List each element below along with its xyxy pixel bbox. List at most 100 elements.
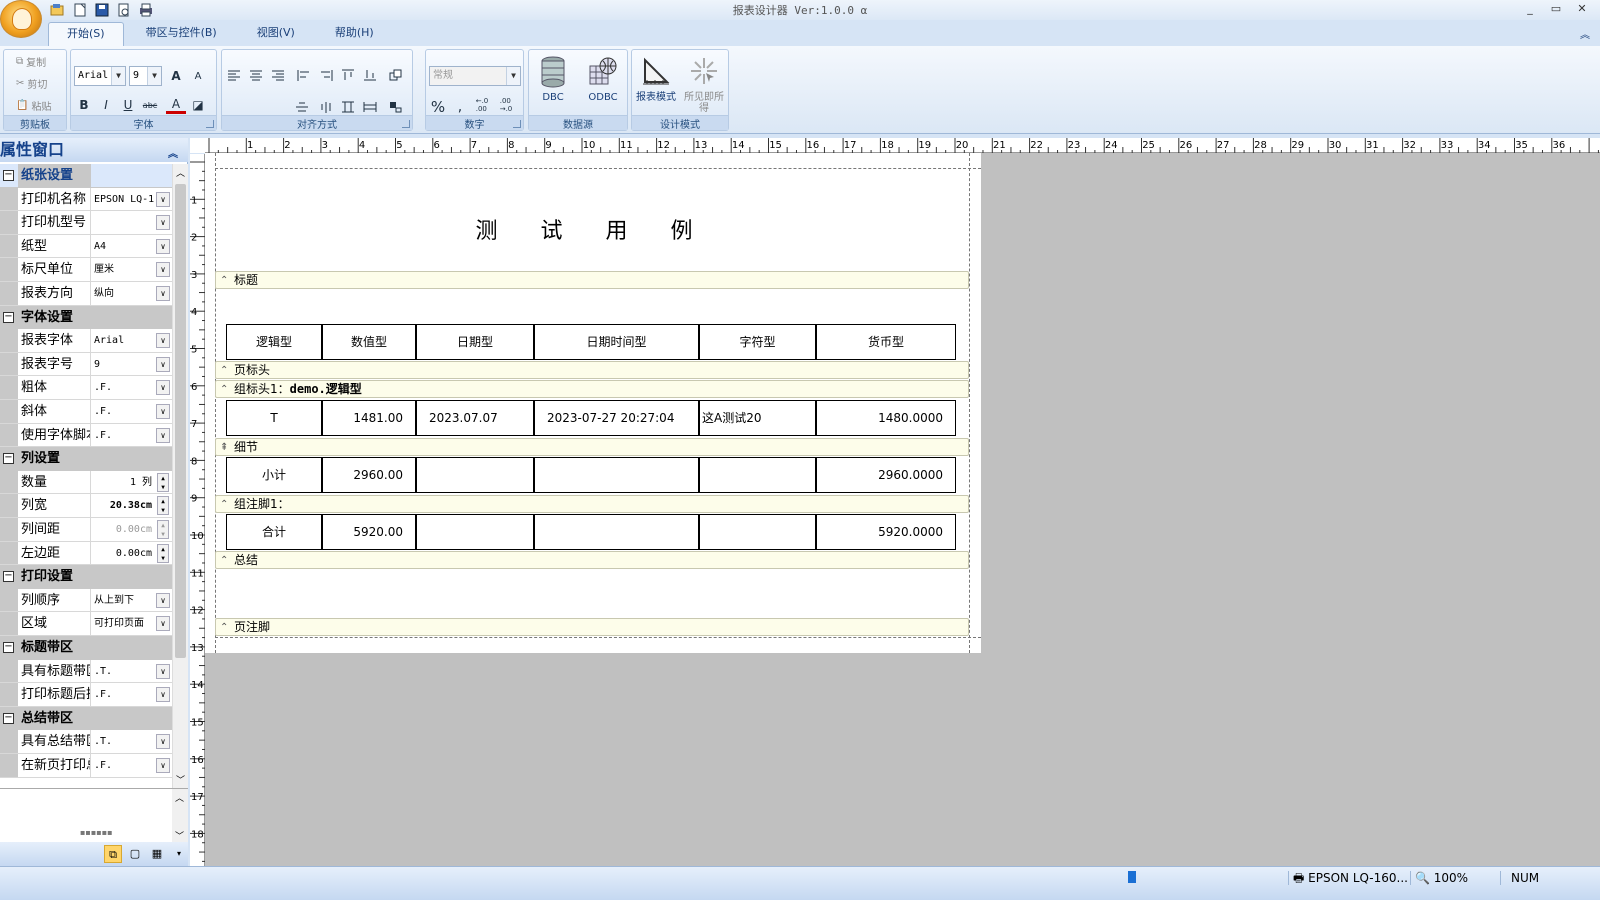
band-summary[interactable]: ⌃ 总结 bbox=[215, 551, 969, 569]
chevron-down-icon[interactable]: ∨ bbox=[156, 238, 170, 254]
open-icon[interactable] bbox=[48, 1, 68, 18]
detail-cell[interactable]: 这A测试20 bbox=[699, 400, 816, 436]
page-view-icon[interactable]: ▢ bbox=[126, 845, 144, 863]
center-horizontal-icon[interactable] bbox=[292, 98, 312, 116]
scroll-up-icon[interactable]: ︿ bbox=[175, 791, 184, 804]
grow-font-button[interactable]: A bbox=[166, 67, 186, 85]
detail-cell[interactable]: 1480.0000 bbox=[816, 400, 956, 436]
subtotal-cell[interactable]: 2960.00 bbox=[322, 457, 416, 493]
property-category[interactable]: − 列设置 bbox=[0, 447, 172, 471]
layout-view-icon[interactable]: ▦ bbox=[148, 845, 166, 863]
property-value-cell[interactable]: .F. ∨ bbox=[91, 683, 172, 706]
property-row[interactable]: 列顺序 从上到下 ∨ bbox=[0, 588, 172, 613]
property-grid-scrollbar[interactable]: ︿ ﹀ bbox=[172, 164, 188, 788]
header-cell[interactable]: 逻辑型 bbox=[226, 324, 322, 360]
band-collapse-icon[interactable]: ⌃ bbox=[220, 363, 228, 379]
tab-bands-controls[interactable]: 带区与控件(B) bbox=[128, 22, 235, 46]
chevron-down-icon[interactable]: ∨ bbox=[156, 215, 170, 231]
zoom-status[interactable]: 🔍 100% bbox=[1410, 871, 1468, 885]
property-value-cell[interactable]: ∨ bbox=[91, 211, 172, 234]
property-row[interactable]: 斜体 .F. ∨ bbox=[0, 400, 172, 424]
property-value-cell[interactable]: 厘米 ∨ bbox=[91, 258, 172, 281]
align-center-icon[interactable] bbox=[246, 66, 266, 84]
tab-help[interactable]: 帮助(H) bbox=[317, 22, 392, 46]
same-width-icon[interactable] bbox=[360, 98, 380, 116]
band-group-footer[interactable]: ⌃ 组注脚1： bbox=[215, 495, 969, 513]
total-cell[interactable]: 5920.0000 bbox=[816, 514, 956, 550]
property-row[interactable]: 打印机名称 EPSON LQ-1 ∨ bbox=[0, 187, 172, 212]
total-cell[interactable]: 合计 bbox=[226, 514, 322, 550]
band-collapse-icon[interactable]: ⌃ bbox=[220, 382, 228, 398]
bring-front-icon[interactable] bbox=[386, 66, 406, 84]
detail-cell[interactable]: 2023.07.07 bbox=[416, 400, 534, 436]
percent-button[interactable]: % bbox=[428, 98, 448, 116]
italic-button[interactable]: I bbox=[96, 96, 116, 114]
chevron-down-icon[interactable]: ∨ bbox=[156, 262, 170, 278]
detail-cell[interactable]: 2023-07-27 20:27:04 bbox=[534, 400, 699, 436]
subtotal-cell[interactable] bbox=[699, 457, 816, 493]
header-cell[interactable]: 货币型 bbox=[816, 324, 956, 360]
property-value[interactable]: 1 列 bbox=[130, 477, 152, 488]
property-value[interactable]: .F. bbox=[94, 689, 112, 700]
chevron-down-icon[interactable]: ∨ bbox=[156, 427, 170, 443]
close-button[interactable]: ✕ bbox=[1570, 1, 1594, 17]
chevron-down-icon[interactable]: ∨ bbox=[156, 663, 170, 679]
property-value-cell[interactable]: 纵向 ∨ bbox=[91, 282, 172, 305]
bold-button[interactable]: B bbox=[74, 96, 94, 114]
band-page-header[interactable]: ⌃ 页标头 bbox=[215, 361, 969, 379]
wysiwyg-button[interactable]: 所见即所得 bbox=[682, 54, 726, 114]
chevron-down-icon[interactable]: ∨ bbox=[156, 758, 170, 773]
property-value[interactable]: 可打印页面 bbox=[94, 618, 144, 629]
property-value[interactable]: 纵向 bbox=[94, 288, 114, 299]
report-mode-button[interactable]: 报表模式 bbox=[634, 54, 678, 114]
property-row[interactable]: 报表字体 Arial ∨ bbox=[0, 329, 172, 353]
report-title[interactable]: 测 试 用 例 bbox=[205, 213, 981, 245]
property-value[interactable]: 厘米 bbox=[94, 264, 114, 275]
minimize-button[interactable]: _ bbox=[1518, 1, 1542, 17]
property-row[interactable]: 左边距 0.00cm ▲ ▼ bbox=[0, 541, 172, 566]
property-value[interactable]: .T. bbox=[94, 736, 112, 747]
property-category[interactable]: − 打印设置 bbox=[0, 565, 172, 589]
center-vertical-icon[interactable] bbox=[316, 98, 336, 116]
subtotal-cell[interactable]: 2960.0000 bbox=[816, 457, 956, 493]
property-value[interactable]: .F. bbox=[94, 760, 112, 771]
property-value[interactable]: 0.00cm bbox=[116, 524, 152, 535]
preview-icon[interactable] bbox=[114, 1, 134, 18]
print-icon[interactable] bbox=[136, 1, 156, 18]
application-menu-button[interactable] bbox=[0, 0, 42, 38]
scroll-thumb[interactable] bbox=[175, 184, 186, 658]
chevron-down-icon[interactable]: ∨ bbox=[156, 592, 170, 608]
align-left-icon[interactable] bbox=[224, 66, 244, 84]
property-value[interactable]: 9 bbox=[94, 359, 100, 370]
collapse-category-icon[interactable]: − bbox=[3, 311, 14, 323]
description-scrollbar[interactable]: ︿ ﹀ bbox=[172, 789, 188, 844]
property-category[interactable]: − 纸张设置 bbox=[0, 164, 172, 188]
chevron-down-icon[interactable]: ∨ bbox=[156, 687, 170, 703]
alignment-dialog-launcher-icon[interactable] bbox=[402, 120, 410, 128]
property-value-cell[interactable]: .F. ∨ bbox=[91, 400, 172, 423]
property-row[interactable]: 打印机型号 ∨ bbox=[0, 211, 172, 235]
cut-button[interactable]: ✂ 剪切 bbox=[16, 76, 47, 91]
header-cell[interactable]: 日期型 bbox=[416, 324, 534, 360]
property-row[interactable]: 报表方向 纵向 ∨ bbox=[0, 282, 172, 306]
chevron-down-icon[interactable]: ∨ bbox=[156, 286, 170, 301]
property-value-cell[interactable]: 0.00cm ▲ ▼ bbox=[91, 518, 172, 541]
font-family-select[interactable]: Arial ▼ bbox=[74, 66, 126, 86]
band-expand-icon[interactable]: ⇞ bbox=[220, 440, 228, 456]
header-cell[interactable]: 字符型 bbox=[699, 324, 816, 360]
align-edges-left-icon[interactable] bbox=[294, 66, 314, 84]
collapse-category-icon[interactable]: − bbox=[3, 170, 14, 181]
categorized-view-icon[interactable]: ⧉ bbox=[104, 845, 122, 863]
property-value[interactable]: EPSON LQ-1 bbox=[94, 194, 154, 205]
chevron-down-icon[interactable]: ∨ bbox=[156, 380, 170, 396]
property-value[interactable]: .T. bbox=[94, 666, 112, 677]
property-value[interactable]: A4 bbox=[94, 241, 106, 252]
new-icon[interactable] bbox=[70, 1, 90, 18]
property-row[interactable]: 在新页打印总结.F. ∨ bbox=[0, 754, 172, 778]
property-row[interactable]: 粗体 .F. ∨ bbox=[0, 376, 172, 400]
header-cell[interactable]: 数值型 bbox=[322, 324, 416, 360]
property-value-cell[interactable]: .F. ∨ bbox=[91, 424, 172, 447]
property-value-cell[interactable]: .F. ∨ bbox=[91, 754, 172, 777]
property-value[interactable]: 20.38cm bbox=[110, 500, 152, 511]
same-height-icon[interactable] bbox=[338, 98, 358, 116]
